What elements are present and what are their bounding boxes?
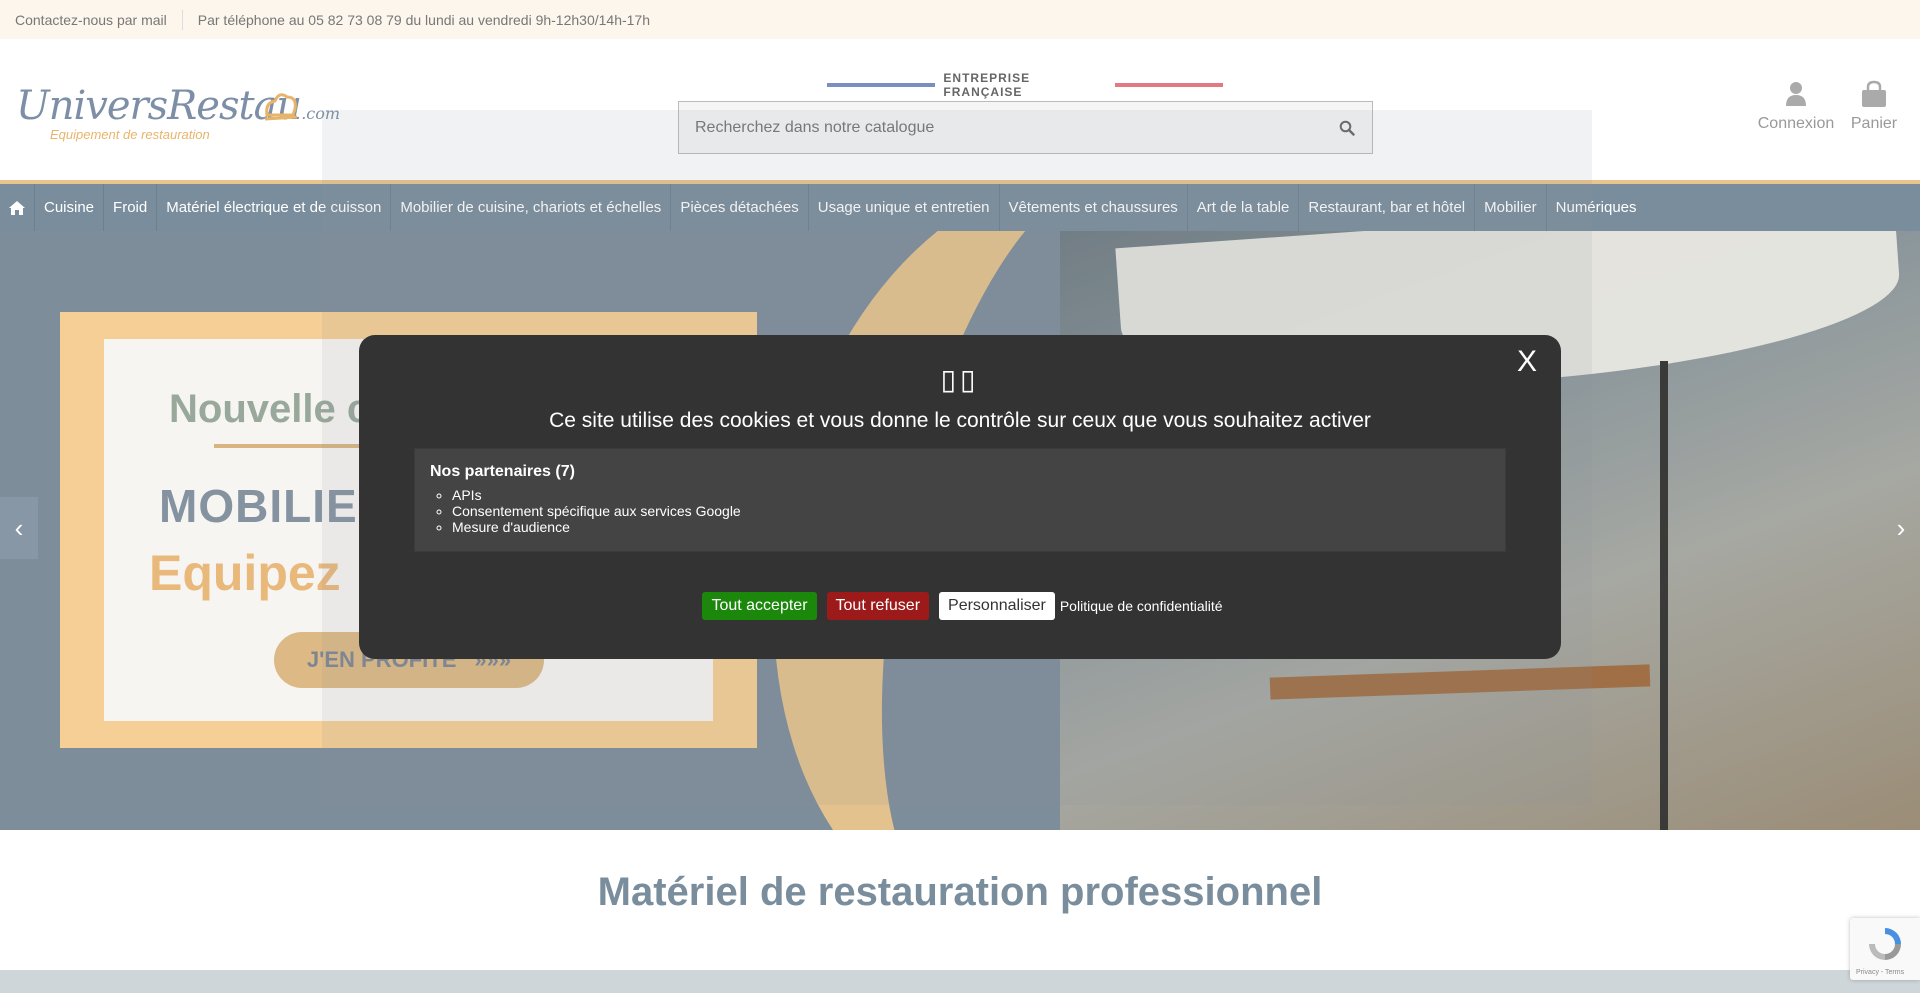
user-icon	[1786, 82, 1806, 106]
bottom-band	[0, 970, 1920, 993]
site-header: UniversRestau.com Equipement de restaura…	[0, 39, 1920, 180]
cookie-icon: ▯▯	[940, 364, 980, 395]
section-title: Matériel de restauration professionnel	[597, 870, 1323, 914]
accept-all-button[interactable]: Tout accepter	[702, 592, 817, 620]
home-icon	[9, 200, 25, 215]
nav-item-usage-unique[interactable]: Usage unique et entretien	[809, 184, 1000, 231]
tagline-text: ENTREPRISE FRANÇAISE	[943, 71, 1031, 99]
nav-item-pieces-detachees[interactable]: Pièces détachées	[671, 184, 809, 231]
nav-item-numeriques[interactable]: Numériques	[1547, 184, 1646, 231]
partners-list: APIs Consentement spécifique aux service…	[430, 487, 1490, 535]
hero-line-3: Equipez	[149, 545, 341, 601]
shopping-bag-icon	[1862, 80, 1886, 107]
cookie-actions: Tout accepter Tout refuser Personnaliser…	[359, 592, 1561, 620]
partners-title: Nos partenaires (7)	[430, 463, 575, 480]
nav-item-restaurant-bar[interactable]: Restaurant, bar et hôtel	[1299, 184, 1476, 231]
nav-item-mobilier[interactable]: Mobilier	[1475, 184, 1547, 231]
tagline: ENTREPRISE FRANÇAISE	[827, 71, 1223, 99]
hero-line-1: Nouvelle c	[169, 387, 370, 431]
search-button[interactable]	[1322, 102, 1372, 153]
search-icon	[1339, 120, 1355, 136]
recaptcha-badge[interactable]: Privacy - Terms	[1850, 918, 1920, 980]
recaptcha-icon	[1869, 928, 1901, 960]
logo-domain: .com	[301, 104, 341, 123]
logo-wordmark: UniversRestau	[16, 83, 302, 129]
search-box	[678, 101, 1373, 154]
cookie-consent-modal: X ▯▯ Ce site utilise des cookies et vous…	[359, 335, 1561, 659]
chevron-right-icon: ›	[1896, 512, 1906, 543]
chef-hat-icon	[264, 93, 298, 121]
customize-button[interactable]: Personnaliser	[939, 592, 1055, 620]
recaptcha-links[interactable]: Privacy - Terms	[1856, 969, 1904, 976]
tagline-bar-blue	[827, 83, 936, 87]
contact-mail-link[interactable]: Contactez-nous par mail	[0, 12, 182, 28]
carousel-prev-button[interactable]: ‹	[0, 497, 38, 559]
nav-home[interactable]	[0, 184, 35, 231]
list-item: Mesure d'audience	[452, 519, 1490, 535]
tagline-bar-red	[1114, 83, 1223, 87]
nav-item-mobilier-cuisine[interactable]: Mobilier de cuisine, chariots et échelle…	[391, 184, 672, 231]
hero-line-2: MOBILIE	[159, 480, 358, 532]
list-item: APIs	[452, 487, 1490, 503]
top-contact-bar: Contactez-nous par mail Par téléphone au…	[0, 0, 1920, 39]
logo-subtitle: Equipement de restauration	[50, 127, 210, 142]
contact-phone-text: Par téléphone au 05 82 73 08 79 du lundi…	[197, 11, 651, 28]
account-link[interactable]: Connexion	[1752, 77, 1840, 133]
cookie-modal-title: Ce site utilise des cookies et vous donn…	[549, 409, 1371, 432]
cart-link[interactable]: Panier	[1846, 77, 1902, 133]
nav-item-materiel-electrique[interactable]: Matériel électrique et de cuisson	[157, 184, 392, 231]
cart-label: Panier	[1850, 115, 1898, 132]
account-label: Connexion	[1757, 115, 1835, 132]
privacy-policy-link[interactable]: Politique de confidentialité	[1060, 598, 1223, 614]
chevron-left-icon: ‹	[14, 512, 24, 543]
hero-umbrella-pole	[1660, 361, 1668, 830]
site-logo[interactable]: UniversRestau.com Equipement de restaura…	[16, 83, 340, 142]
main-nav: Cuisine Froid Matériel électrique et de …	[0, 180, 1920, 231]
list-item: Consentement spécifique aux services Goo…	[452, 503, 1490, 519]
nav-item-cuisine[interactable]: Cuisine	[35, 184, 105, 231]
nav-item-vetements[interactable]: Vêtements et chaussures	[1000, 184, 1188, 231]
deny-all-button[interactable]: Tout refuser	[826, 592, 930, 620]
nav-item-art-table[interactable]: Art de la table	[1188, 184, 1300, 231]
search-input[interactable]	[679, 102, 1322, 153]
carousel-next-button[interactable]: ›	[1882, 497, 1920, 559]
nav-item-froid[interactable]: Froid	[104, 184, 158, 231]
partners-panel: Nos partenaires (7) APIs Consentement sp…	[414, 448, 1506, 552]
